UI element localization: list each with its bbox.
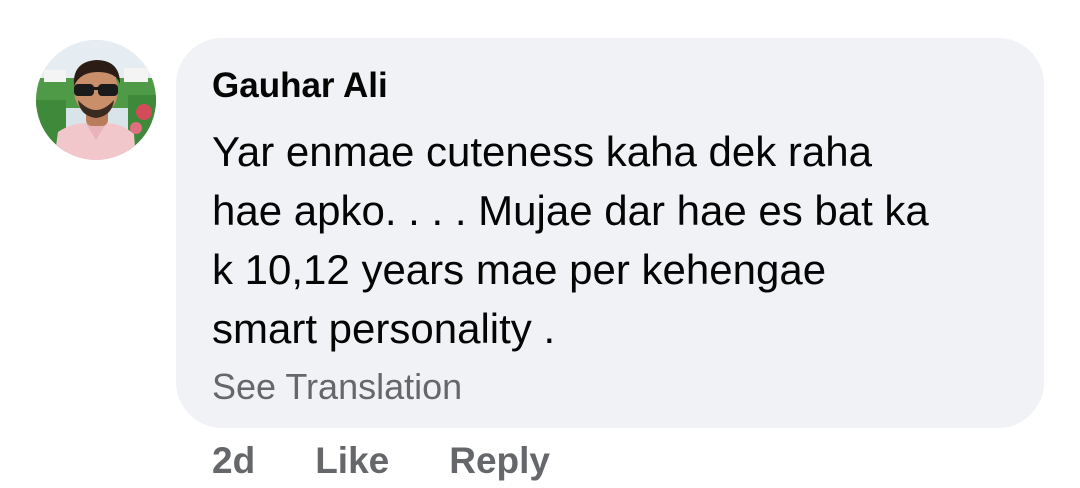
comment-text-line: hae apko. . . . Mujae dar hae es bat ka — [212, 187, 929, 234]
avatar-photo-icon — [36, 40, 156, 160]
author-avatar[interactable] — [36, 40, 156, 160]
reply-button[interactable]: Reply — [449, 440, 550, 482]
comment-text-line: smart personality . — [212, 305, 556, 352]
comment-text: Yar enmae cuteness kaha dek raha hae apk… — [212, 122, 1032, 358]
comment-actions: 2d Like Reply — [212, 436, 550, 486]
see-translation-link[interactable]: See Translation — [212, 364, 462, 410]
like-button[interactable]: Like — [315, 440, 389, 482]
comment-author-name[interactable]: Gauhar Ali — [212, 64, 388, 108]
comment-timestamp[interactable]: 2d — [212, 440, 255, 482]
comment-bubble: Gauhar Ali Yar enmae cuteness kaha dek r… — [176, 38, 1044, 428]
comment-text-line: Yar enmae cuteness kaha dek raha — [212, 128, 872, 175]
comment-text-line: k 10,12 years mae per kehengae — [212, 246, 827, 293]
